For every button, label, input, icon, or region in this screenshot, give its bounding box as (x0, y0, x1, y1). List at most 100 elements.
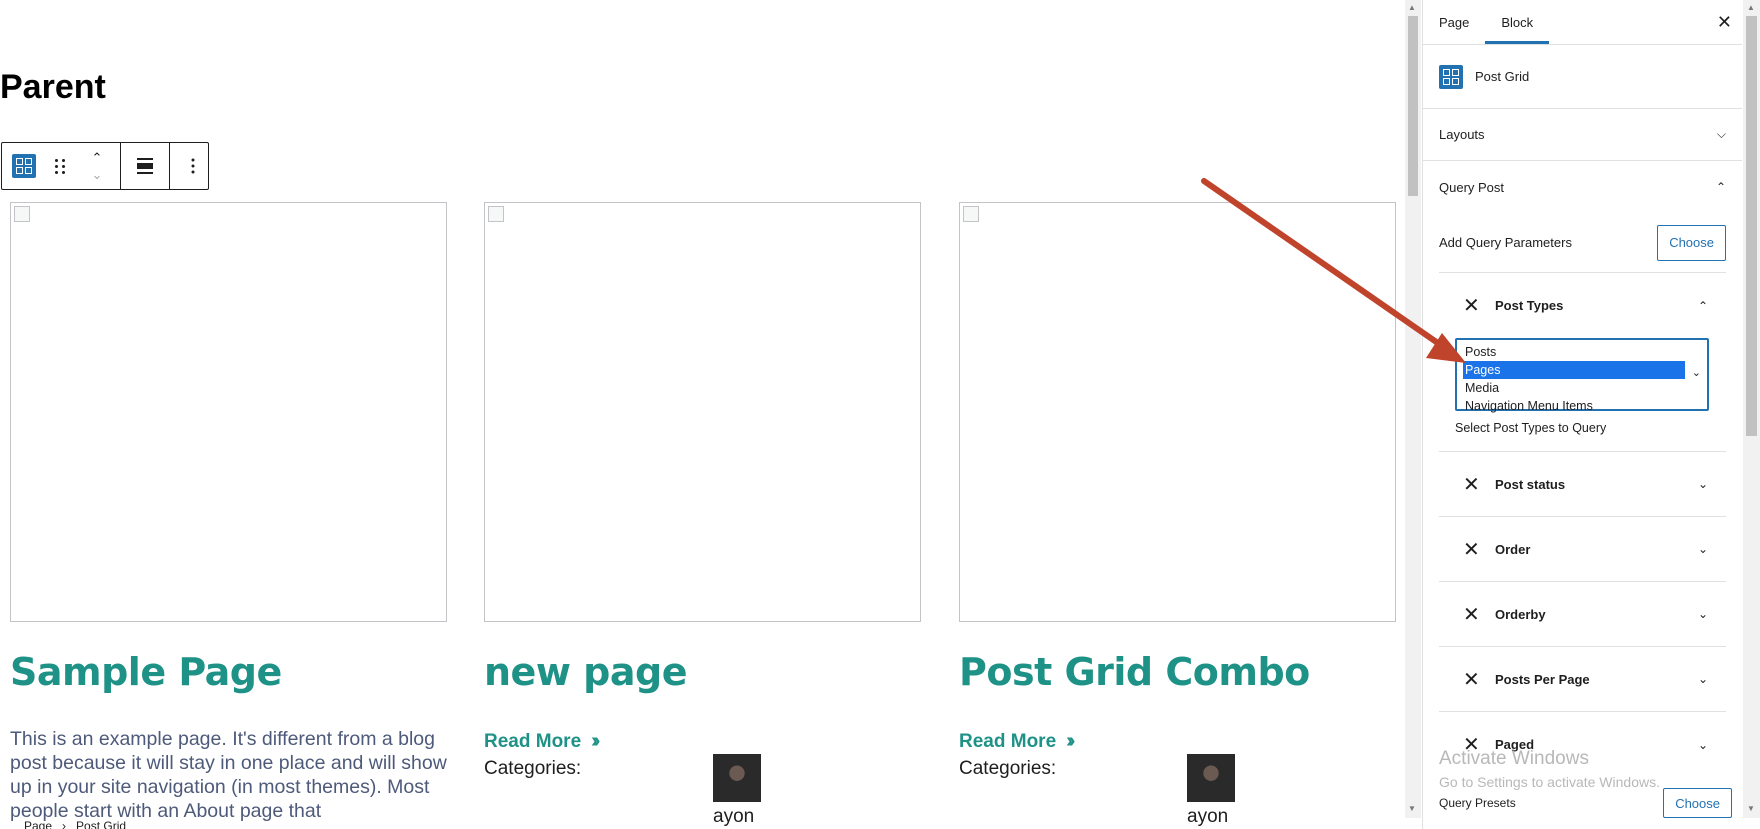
scrollbar-thumb[interactable] (1746, 16, 1757, 436)
double-chevron-right-icon: ›› (1066, 730, 1076, 752)
chevron-down-icon[interactable]: ⌄ (92, 168, 103, 181)
post-types-multiselect[interactable]: Posts Pages Media Navigation Menu Items … (1455, 338, 1709, 413)
author-name: ayon (1187, 806, 1229, 827)
param-label: Order (1495, 541, 1531, 557)
post-thumbnail[interactable] (959, 202, 1396, 622)
post-types-select-wrap: Posts Pages Media Navigation Menu Items … (1439, 338, 1726, 451)
param-order[interactable]: ✕ Order ⌄ (1439, 517, 1726, 582)
breadcrumb-item[interactable]: Post Grid (76, 819, 126, 829)
param-orderby[interactable]: ✕ Orderby ⌄ (1439, 582, 1726, 647)
chevron-up-icon: ⌃ (1697, 298, 1708, 313)
scroll-down-icon[interactable]: ▼ (1747, 804, 1755, 813)
chevron-up-icon[interactable]: ⌃ (92, 151, 103, 164)
query-post-body: Add Query Parameters Choose ✕ Post Types… (1423, 213, 1742, 777)
remove-icon[interactable]: ✕ (1463, 667, 1495, 692)
read-more-label: Read More (959, 730, 1057, 752)
drag-handle-button[interactable] (46, 143, 74, 189)
post-grid-icon (1439, 64, 1463, 89)
panel-layouts[interactable]: Layouts ⌵ (1423, 109, 1742, 161)
categories-label: Categories: (484, 758, 582, 779)
scroll-up-icon[interactable]: ▲ (1408, 3, 1416, 12)
chevron-right-icon: › (62, 819, 67, 829)
post-type-option[interactable]: Media (1463, 379, 1701, 397)
close-icon[interactable]: ✕ (1717, 12, 1732, 33)
categories-label: Categories: (959, 758, 1057, 779)
align-button[interactable] (121, 143, 169, 189)
author-avatar (713, 754, 761, 802)
post-card (10, 202, 447, 622)
breadcrumb-item[interactable]: Page (24, 819, 52, 829)
param-label: Posts Per Page (1495, 671, 1590, 687)
post-type-option[interactable]: Posts (1463, 343, 1701, 361)
windows-activation-watermark: Activate Windows Go to Settings to activ… (1439, 748, 1660, 790)
choose-presets-button[interactable]: Choose (1663, 788, 1732, 818)
post-title[interactable]: Post Grid Combo (959, 650, 1310, 694)
param-label: Post Types (1495, 298, 1564, 313)
post-type-option[interactable]: Navigation Menu Items (1463, 397, 1701, 415)
block-card-title: Post Grid (1475, 69, 1530, 84)
drag-handle-icon (55, 158, 65, 174)
post-types-help: Select Post Types to Query (1455, 421, 1607, 435)
add-query-params-label: Add Query Parameters (1439, 235, 1572, 250)
chevron-down-icon: ⌵ (1716, 127, 1726, 141)
param-label: Post status (1495, 476, 1566, 492)
double-chevron-right-icon: ›› (591, 730, 601, 752)
page-title[interactable]: Parent (0, 68, 106, 107)
remove-icon[interactable]: ✕ (1463, 293, 1495, 318)
param-post-types[interactable]: ✕ Post Types ⌃ (1439, 273, 1726, 338)
post-thumbnail[interactable] (10, 202, 447, 622)
chevron-up-icon: ⌃ (1715, 180, 1726, 194)
tab-block[interactable]: Block (1485, 0, 1549, 44)
param-posts-per-page[interactable]: ✕ Posts Per Page ⌄ (1439, 647, 1726, 712)
chevron-down-icon: ⌄ (1697, 477, 1708, 491)
block-type-button[interactable] (2, 143, 46, 189)
post-type-option-selected[interactable]: Pages (1463, 361, 1685, 379)
editor-scrollbar[interactable]: ▲ ▼ (1405, 0, 1421, 818)
block-movers: ⌃ ⌄ (74, 151, 120, 181)
toolbar-group-align (121, 143, 170, 189)
post-grid-icon (12, 154, 36, 178)
scroll-up-icon[interactable]: ▲ (1747, 3, 1755, 12)
remove-icon[interactable]: ✕ (1463, 472, 1495, 497)
scroll-down-icon[interactable]: ▼ (1408, 804, 1416, 813)
add-query-params-row: Add Query Parameters Choose (1439, 213, 1726, 273)
panel-query-post[interactable]: Query Post ⌃ (1423, 161, 1742, 213)
remove-icon[interactable]: ✕ (1463, 537, 1495, 562)
remove-icon[interactable]: ✕ (1463, 602, 1495, 627)
author-avatar (1187, 754, 1235, 802)
query-presets-label: Query Presets (1439, 796, 1516, 810)
author-name: ayon (713, 806, 755, 827)
breadcrumb: Page › Post Grid (24, 819, 126, 829)
post-card (484, 202, 921, 622)
post-title[interactable]: Sample Page (10, 650, 282, 694)
chevron-down-icon: ⌄ (1697, 672, 1708, 686)
watermark-line: Go to Settings to activate Windows. (1439, 774, 1660, 790)
panel-title: Query Post (1439, 179, 1505, 195)
post-types-param: ✕ Post Types ⌃ Posts Pages Media Navigat… (1439, 273, 1726, 452)
toolbar-group-more (170, 143, 216, 189)
toolbar-group-block: ⌃ ⌄ (2, 143, 121, 189)
chevron-down-icon: ⌄ (1697, 542, 1708, 556)
read-more-link[interactable]: Read More ›› (959, 730, 1076, 753)
watermark-line: Activate Windows (1439, 748, 1589, 769)
sidebar-tabs: Page Block ✕ (1423, 0, 1742, 45)
sidebar-scrollbar[interactable]: ▲ ▼ (1743, 0, 1760, 818)
align-icon (137, 158, 153, 174)
chevron-down-icon: ⌄ (1691, 367, 1701, 379)
block-toolbar: ⌃ ⌄ (1, 142, 209, 190)
read-more-link[interactable]: Read More ›› (484, 730, 601, 753)
read-more-label: Read More (484, 730, 582, 752)
param-label: Orderby (1495, 606, 1546, 622)
param-post-status[interactable]: ✕ Post status ⌄ (1439, 452, 1726, 517)
panel-title: Layouts (1439, 127, 1485, 142)
block-card: Post Grid (1423, 45, 1742, 109)
editor-screen: Parent ⌃ ⌄ Sample Page This is an exampl… (0, 0, 1760, 829)
more-options-button[interactable] (170, 143, 216, 189)
tab-page[interactable]: Page (1423, 0, 1485, 44)
scrollbar-thumb[interactable] (1408, 16, 1418, 196)
post-title[interactable]: new page (484, 650, 687, 694)
choose-button[interactable]: Choose (1657, 224, 1726, 261)
post-thumbnail[interactable] (484, 202, 921, 622)
chevron-down-icon: ⌄ (1697, 737, 1708, 752)
more-vertical-icon (191, 158, 195, 174)
